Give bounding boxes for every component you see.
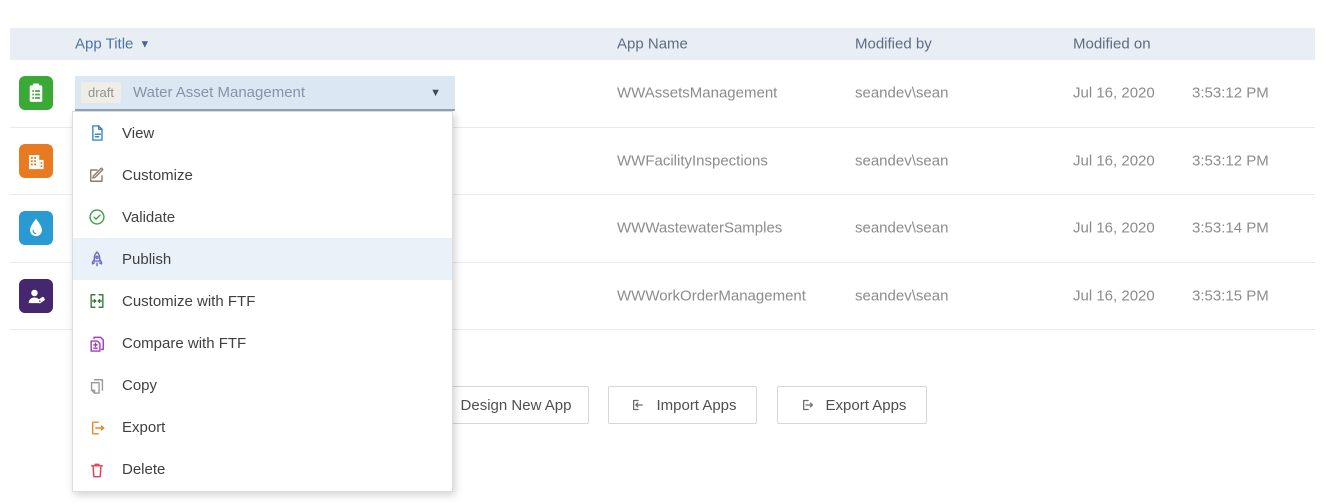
edit-pencil-icon <box>87 165 107 185</box>
modified-date-cell: Jul 16, 2020 <box>1073 84 1155 102</box>
trash-icon <box>87 460 107 480</box>
import-apps-button[interactable]: Import Apps <box>608 386 757 424</box>
brackets-merge-icon <box>87 291 107 311</box>
chevron-down-icon: ▼ <box>430 86 441 99</box>
menu-item-label: Publish <box>122 250 172 268</box>
app-name-cell: WWWorkOrderManagement <box>617 287 806 305</box>
menu-item-label: Customize <box>122 166 193 184</box>
sort-descending-icon: ▼ <box>139 38 151 51</box>
worker-tag-app-icon <box>19 278 53 313</box>
app-title-label: App Title <box>75 35 134 53</box>
menu-item-label: Customize with FTF <box>122 292 256 310</box>
modified-date-cell: Jul 16, 2020 <box>1073 287 1155 305</box>
building-app-icon <box>19 143 53 178</box>
column-header-modified-by[interactable]: Modified by <box>855 36 932 53</box>
column-header-app-title[interactable]: App Title ▼ <box>75 36 150 53</box>
menu-item-label: Validate <box>122 208 176 226</box>
modified-by-cell: seandev\sean <box>855 84 949 102</box>
modified-time-cell: 3:53:12 PM <box>1192 84 1269 102</box>
check-circle-icon <box>87 207 107 227</box>
import-icon <box>628 396 646 414</box>
menu-item-label: Export <box>122 419 166 437</box>
modified-by-cell: seandev\sean <box>855 287 949 305</box>
app-name-cell: WWAssetsManagement <box>617 84 778 102</box>
menu-item-view[interactable]: View <box>73 112 452 154</box>
rocket-icon <box>87 249 107 269</box>
clipboard-app-icon <box>19 76 53 111</box>
menu-item-compare-with-ftf[interactable]: Compare with FTF <box>73 322 452 364</box>
menu-item-export[interactable]: Export <box>73 407 452 449</box>
menu-item-label: Copy <box>122 377 158 395</box>
modified-date-cell: Jul 16, 2020 <box>1073 152 1155 170</box>
menu-item-customize[interactable]: Customize <box>73 154 452 196</box>
export-apps-button[interactable]: Export Apps <box>777 386 927 424</box>
selected-app-title: Water Asset Management <box>133 84 306 101</box>
menu-item-label: Compare with FTF <box>122 335 247 353</box>
app-title-dropdown[interactable]: draft Water Asset Management ▼ <box>75 76 455 111</box>
modified-time-cell: 3:53:14 PM <box>1192 219 1269 237</box>
table-header: App Title ▼ App Name Modified by Modified… <box>10 28 1315 60</box>
app-manager-screen: App Title ▼ App Name Modified by Modified… <box>0 0 1334 504</box>
app-name-cell: WWWastewaterSamples <box>617 219 783 237</box>
menu-item-validate[interactable]: Validate <box>73 196 452 238</box>
export-icon <box>87 418 107 438</box>
menu-item-label: Delete <box>122 461 166 479</box>
export-icon <box>798 396 816 414</box>
status-badge: draft <box>81 82 122 103</box>
copy-icon <box>87 376 107 396</box>
app-name-cell: WWFacilityInspections <box>617 152 768 170</box>
water-drop-app-icon <box>19 211 53 246</box>
view-document-icon <box>87 123 107 143</box>
import-apps-label: Import Apps <box>656 396 737 414</box>
menu-item-copy[interactable]: Copy <box>73 365 452 407</box>
design-new-app-label: Design New App <box>460 396 572 414</box>
app-context-menu: View Customize Validate Publish Customiz… <box>72 111 453 492</box>
modified-date-cell: Jul 16, 2020 <box>1073 219 1155 237</box>
modified-by-cell: seandev\sean <box>855 152 949 170</box>
design-new-app-button[interactable]: Design New App <box>443 386 589 424</box>
menu-item-publish[interactable]: Publish <box>73 238 452 281</box>
menu-item-customize-with-ftf[interactable]: Customize with FTF <box>73 280 452 322</box>
export-apps-label: Export Apps <box>825 396 907 414</box>
menu-item-label: View <box>122 124 155 142</box>
modified-time-cell: 3:53:12 PM <box>1192 152 1269 170</box>
compare-document-icon <box>87 334 107 354</box>
menu-item-delete[interactable]: Delete <box>73 449 452 491</box>
column-header-app-name[interactable]: App Name <box>617 36 688 53</box>
column-header-modified-on[interactable]: Modified on <box>1073 36 1151 53</box>
modified-time-cell: 3:53:15 PM <box>1192 287 1269 305</box>
modified-by-cell: seandev\sean <box>855 219 949 237</box>
